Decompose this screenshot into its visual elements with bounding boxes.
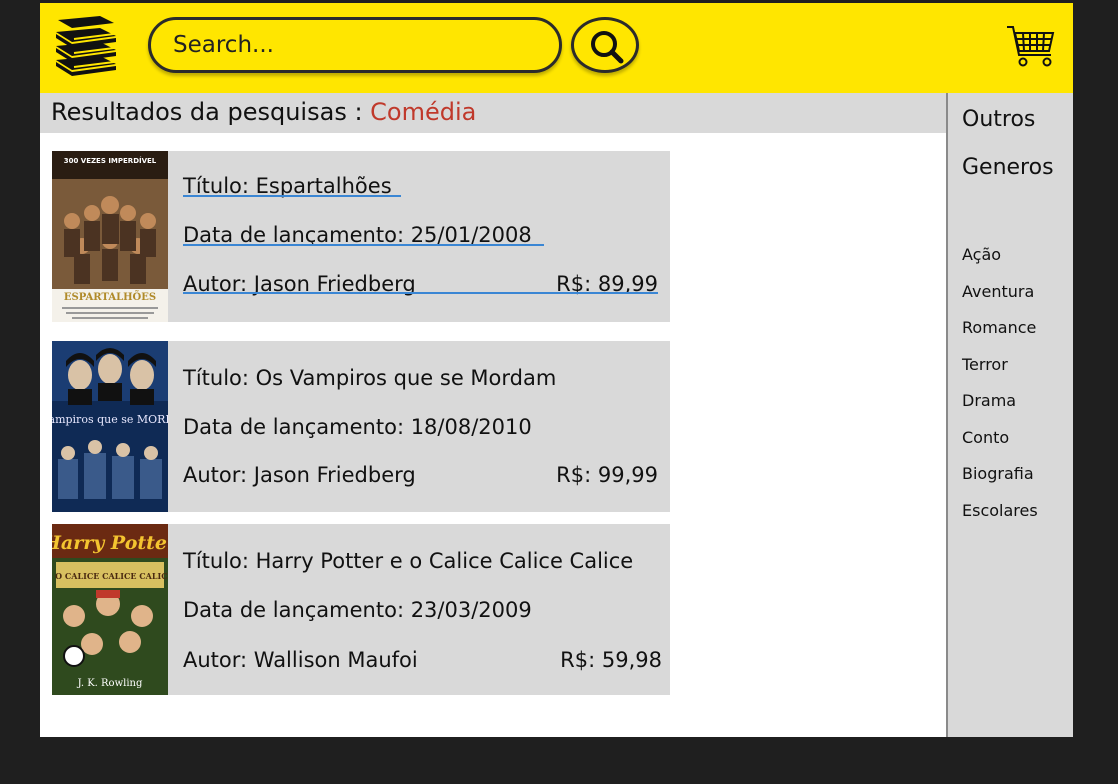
genre-link-terror[interactable]: Terror — [962, 355, 1038, 392]
genre-list: Ação Aventura Romance Terror Drama Conto… — [962, 245, 1038, 537]
book-card[interactable]: 300 VEZES IMPERDÍVEL ESPARTALHÕES Título… — [52, 151, 670, 322]
genre-link-aventura[interactable]: Aventura — [962, 282, 1038, 319]
book-author: Autor: Jason Friedberg — [183, 463, 416, 487]
book-cover-image[interactable]: Harry Potter E O CALICE CALICE CALICE J.… — [52, 524, 168, 695]
poster-title: os vampiros que se MORDAM — [52, 413, 168, 426]
poster-title: Harry Potter — [52, 532, 168, 554]
book-release-date: Data de lançamento: 18/08/2010 — [183, 415, 532, 439]
book-card[interactable]: os vampiros que se MORDAM Título: Os Vam… — [52, 341, 670, 512]
author-price-underline — [183, 292, 658, 294]
genre-link-biografia[interactable]: Biografia — [962, 464, 1038, 501]
books-stack-icon[interactable] — [52, 16, 120, 78]
book-card[interactable]: Harry Potter E O CALICE CALICE CALICE J.… — [52, 524, 670, 695]
genre-link-acao[interactable]: Ação — [962, 245, 1038, 282]
book-title[interactable]: Título: Harry Potter e o Calice Calice C… — [183, 549, 633, 573]
genre-link-drama[interactable]: Drama — [962, 391, 1038, 428]
book-author: Autor: Wallison Maufoi — [183, 648, 418, 672]
genre-link-romance[interactable]: Romance — [962, 318, 1038, 355]
shopping-cart-icon[interactable] — [1005, 23, 1057, 69]
results-title: Resultados da pesquisas : Comédia — [51, 98, 476, 126]
book-release-date: Data de lançamento: 23/03/2009 — [183, 598, 532, 622]
genre-link-escolares[interactable]: Escolares — [962, 501, 1038, 538]
book-cover-image[interactable]: os vampiros que se MORDAM — [52, 341, 168, 512]
poster-subtitle: E O CALICE CALICE CALICE — [52, 571, 168, 581]
sidebar-title-line1: Outros — [962, 107, 1036, 132]
search-button[interactable] — [571, 17, 639, 73]
date-underline — [183, 244, 544, 246]
app-frame: Search... Resultados da pesquisas : Comé — [40, 3, 1073, 737]
poster-tagline: 300 VEZES IMPERDÍVEL — [64, 156, 157, 165]
magnifier-icon — [591, 31, 624, 64]
search-term: Comédia — [370, 98, 477, 126]
results-label: Resultados da pesquisas : — [51, 98, 371, 126]
book-cover-image[interactable]: 300 VEZES IMPERDÍVEL ESPARTALHÕES — [52, 151, 168, 322]
genre-link-conto[interactable]: Conto — [962, 428, 1038, 465]
genres-sidebar: Outros Generos Ação Aventura Romance Ter… — [946, 93, 1073, 737]
header-bar: Search... — [40, 3, 1073, 93]
book-title[interactable]: Título: Os Vampiros que se Mordam — [183, 366, 556, 390]
book-price: R$: 59,98 — [560, 648, 662, 672]
search-input[interactable]: Search... — [148, 17, 562, 73]
poster-title: ESPARTALHÕES — [64, 291, 156, 303]
title-link-underline — [183, 195, 401, 197]
results-header: Resultados da pesquisas : Comédia — [40, 93, 946, 133]
search-placeholder: Search... — [173, 32, 274, 58]
book-price: R$: 99,99 — [556, 463, 658, 487]
sidebar-title-line2: Generos — [962, 155, 1054, 180]
poster-author: J. K. Rowling — [77, 678, 143, 689]
